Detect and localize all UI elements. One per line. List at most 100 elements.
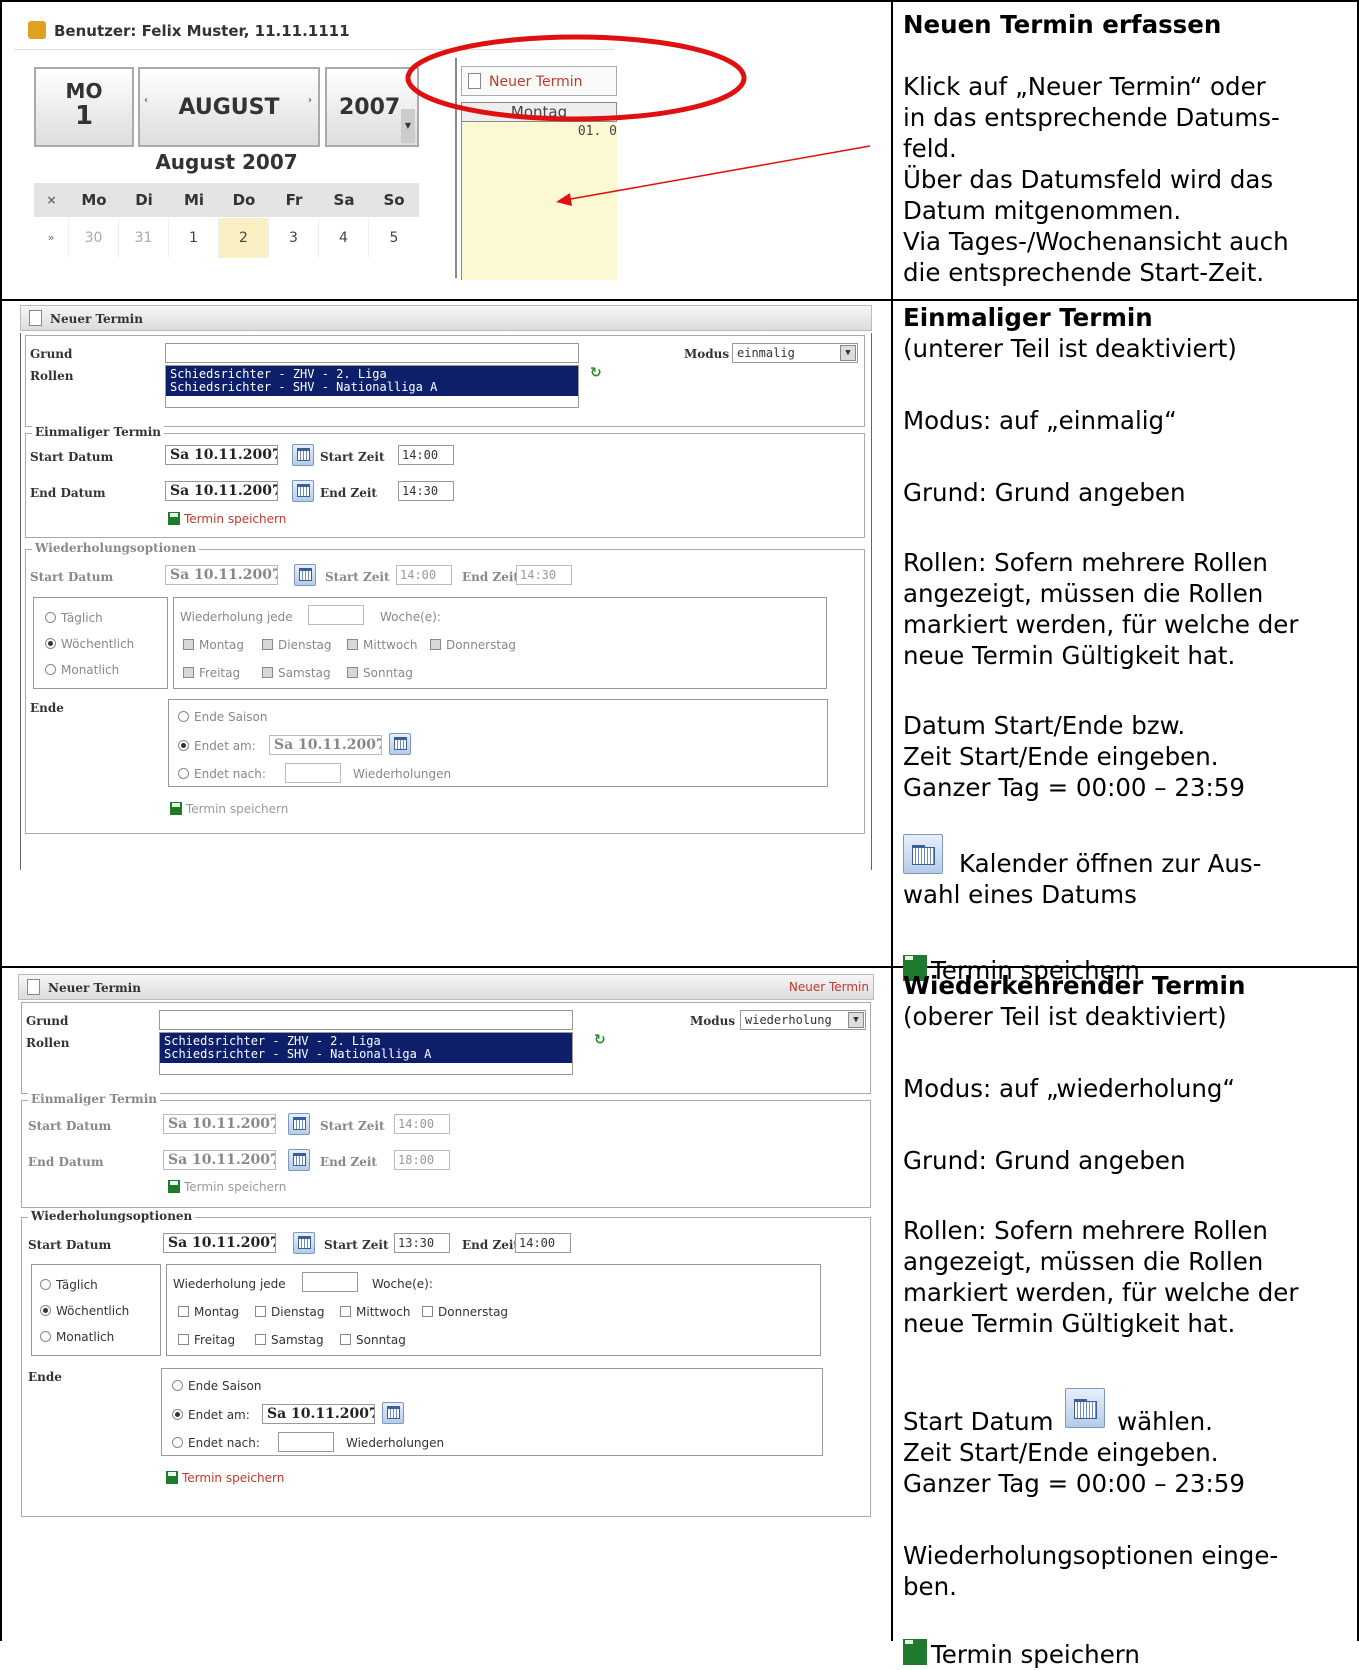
modus-select[interactable]: einmalig ▼ [732,343,858,363]
save-label: Termin speichern [184,1180,287,1194]
refresh-icon[interactable]: ↻ [590,365,602,381]
rep-start-zeit-input[interactable]: 13:30 [394,1233,450,1253]
radio-endet-nach[interactable]: Endet nach: [178,767,266,781]
save-button-disabled[interactable]: Termin speichern [168,1180,286,1194]
checkbox-mittwoch[interactable]: Mittwoch [340,1305,410,1319]
save-button[interactable]: Termin speichern [166,1471,284,1485]
start-zeit-label: Start Zeit [320,1119,385,1133]
save-button[interactable]: Termin speichern [168,512,286,526]
radio-endet-am[interactable]: Endet am: [172,1408,250,1422]
start-zeit-input[interactable]: 14:00 [394,1114,450,1134]
rep-start-datum-input[interactable]: Sa 10.11.2007 [165,565,278,585]
radio-woechentlich[interactable]: Wöchentlich [40,1304,129,1318]
calendar-icon[interactable] [294,564,316,586]
wied-jede-input[interactable] [308,605,364,625]
radio-ende-saison[interactable]: Ende Saison [178,710,268,724]
rollen-listbox[interactable]: Schiedsrichter - ZHV - 2. Liga Schiedsric… [165,365,579,408]
wied-jede-label: Wiederholung jede [173,1277,286,1291]
endet-am-input[interactable]: Sa 10.11.2007 [269,735,382,755]
modus-select[interactable]: wiederholung ▼ [740,1010,866,1030]
wochen-label: Woche(e): [372,1277,433,1291]
radio-woechentlich[interactable]: Wöchentlich [45,637,134,651]
rep-end-zeit-input[interactable]: 14:30 [516,565,572,585]
rep-start-datum-input[interactable]: Sa 10.11.2007 [163,1233,276,1253]
checkbox-icon [178,1306,189,1317]
calendar-icon[interactable] [389,733,411,755]
row2-subtitle: (unterer Teil ist deaktiviert) [903,334,1237,363]
chevron-down-icon[interactable]: ▼ [840,345,856,361]
row3-start-line: Start Datum wählen. [903,1388,1353,1437]
checkbox-dienstag[interactable]: Dienstag [262,638,332,652]
radio-label: Monatlich [56,1330,115,1344]
calendar-icon[interactable] [382,1402,404,1424]
start-zeit-input[interactable]: 14:00 [398,445,454,465]
grund-input[interactable] [165,343,579,363]
rep-end-zeit-input[interactable]: 14:00 [515,1233,571,1253]
calendar-icon[interactable] [288,1149,310,1171]
checkbox-label: Sonntag [363,666,413,680]
checkbox-montag[interactable]: Montag [183,638,244,652]
row3-title: Wiederkehrender Termin [903,971,1246,1000]
end-datum-input[interactable]: Sa 10.11.2007 [165,481,278,501]
rollen-selected-options[interactable]: Schiedsrichter - ZHV - 2. Liga Schiedsric… [166,366,578,396]
start-zeit-label: Start Zeit [320,450,385,464]
end-zeit-input[interactable]: 14:30 [398,481,454,501]
floppy-disk-icon [168,512,180,525]
wied-jede-input[interactable] [302,1272,358,1292]
rollen-listbox[interactable]: Schiedsrichter - ZHV - 2. Liga Schiedsric… [159,1032,573,1075]
end-datum-input[interactable]: Sa 10.11.2007 [163,1150,276,1170]
rollen-option[interactable]: Schiedsrichter - SHV - Nationalliga A [164,1048,568,1061]
checkbox-mittwoch[interactable]: Mittwoch [347,638,417,652]
endet-nach-input[interactable] [285,763,341,783]
checkbox-donnerstag[interactable]: Donnerstag [422,1305,508,1319]
refresh-icon[interactable]: ↻ [594,1032,606,1048]
chevron-down-icon[interactable]: ▼ [848,1012,864,1028]
checkbox-sonntag[interactable]: Sonntag [340,1333,406,1347]
checkbox-sonntag[interactable]: Sonntag [347,666,413,680]
calendar-icon[interactable] [292,444,314,466]
checkbox-freitag[interactable]: Freitag [178,1333,235,1347]
form-einmalig: Neuer Termin Grund Modus einmalig ▼ Rolle… [20,305,872,870]
endet-nach-input[interactable] [278,1432,334,1452]
row2-cal-line: Kalender öffnen zur Aus- [903,834,1353,879]
save-button-disabled[interactable]: Termin speichern [170,802,288,816]
calendar-icon[interactable] [293,1232,315,1254]
checkbox-dienstag[interactable]: Dienstag [255,1305,325,1319]
calendar-icon[interactable] [292,480,314,502]
rollen-option[interactable]: Schiedsrichter - SHV - Nationalliga A [170,381,574,394]
radio-endet-am[interactable]: Endet am: [178,739,256,753]
radio-taeglich[interactable]: Täglich [40,1278,98,1292]
endet-am-input[interactable]: Sa 10.11.2007 [262,1404,375,1424]
radio-monatlich[interactable]: Monatlich [45,663,119,677]
radio-label: Endet nach: [188,1436,260,1450]
radio-monatlich[interactable]: Monatlich [40,1330,114,1344]
radio-taeglich[interactable]: Täglich [45,611,103,625]
floppy-disk-icon [168,1180,180,1193]
calendar-icon[interactable] [288,1113,310,1135]
end-zeit-input[interactable]: 18:00 [394,1150,450,1170]
checkbox-icon [340,1306,351,1317]
checkbox-montag[interactable]: Montag [178,1305,239,1319]
checkbox-label: Freitag [194,1333,236,1347]
checkbox-donnerstag[interactable]: Donnerstag [430,638,516,652]
checkbox-label: Samstag [271,1333,324,1347]
radio-icon [40,1331,51,1342]
radio-label: Endet nach: [194,767,266,781]
form-header: Neuer Termin [20,305,872,331]
radio-ende-saison[interactable]: Ende Saison [172,1379,262,1393]
start-datum-input[interactable]: Sa 10.11.2007 [165,445,278,465]
rollen-selected-options[interactable]: Schiedsrichter - ZHV - 2. Liga Schiedsric… [160,1033,572,1063]
checkbox-freitag[interactable]: Freitag [183,666,240,680]
checkbox-samstag[interactable]: Samstag [262,666,331,680]
start-datum-label: Start Datum [28,1119,112,1133]
grund-input[interactable] [159,1010,573,1030]
row2-rollen-line: Rollen: Sofern mehrere Rollen [903,548,1268,577]
start-datum-input[interactable]: Sa 10.11.2007 [163,1114,276,1134]
new-appointment-link[interactable]: Neuer Termin [789,980,869,994]
ende-label: Ende [30,701,64,715]
row2-cal-text: Kalender öffnen zur Aus- [959,849,1262,878]
rep-start-zeit-input[interactable]: 14:00 [396,565,452,585]
floppy-disk-icon [170,802,182,815]
checkbox-samstag[interactable]: Samstag [255,1333,324,1347]
radio-endet-nach[interactable]: Endet nach: [172,1436,260,1450]
